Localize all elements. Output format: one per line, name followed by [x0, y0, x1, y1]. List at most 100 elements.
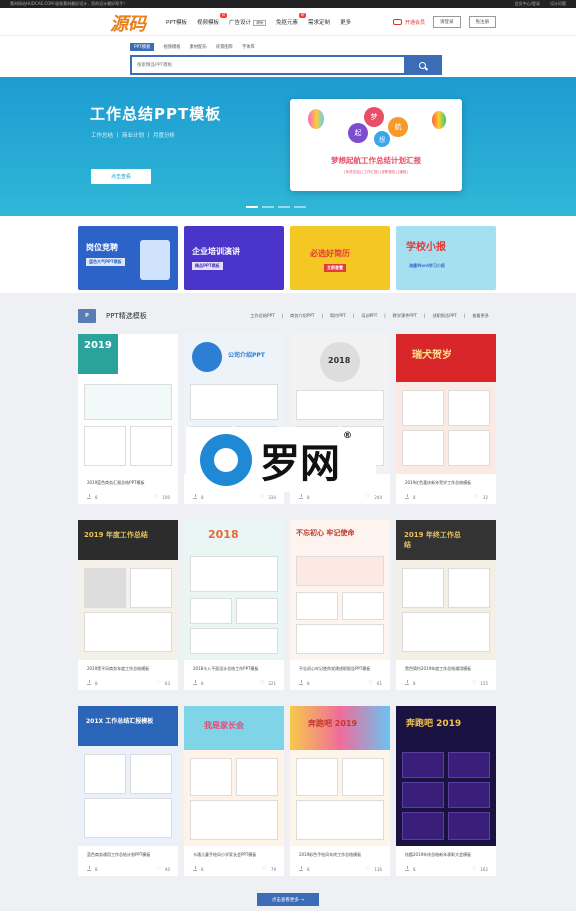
thumb-title: 2018 — [328, 356, 351, 365]
promo-card[interactable]: 学校小报 海量Word学习小报 — [396, 226, 496, 290]
template-card[interactable]: 我是家长会 卡通儿童手绘风小学家长会PPT模板 8 ♡ 79 — [184, 706, 284, 876]
banner-dot[interactable] — [246, 206, 258, 208]
banner-cta-button[interactable]: 点击查看 — [91, 169, 151, 184]
download-count: 8 — [299, 866, 310, 872]
template-caption[interactable]: 蓝色商务通用工作总结计划PPT模板 — [87, 852, 173, 858]
like-count[interactable]: ♡ 79 — [262, 866, 276, 872]
search-icon — [418, 61, 426, 69]
section-link[interactable]: 工作总结PPT — [250, 313, 274, 319]
template-card[interactable]: 奔跑吧 2019 2019彩色手绘风年终工作总结模板 8 ♡ 136 — [290, 706, 390, 876]
template-card[interactable]: 奔跑吧 2019 炫酷2019年终总结新年表彰大会模板 8 ♡ 162 — [396, 706, 496, 876]
template-thumbnail[interactable]: 2019 — [78, 334, 178, 474]
like-count[interactable]: ♡ 63 — [156, 680, 170, 686]
banner-dot[interactable] — [294, 206, 306, 208]
like-count[interactable]: ♡ 334 — [260, 494, 276, 500]
section-link[interactable]: 教学课件PPT — [393, 313, 417, 319]
template-card[interactable]: 2019 2019蓝色商务汇报总结PPT模板 8 ♡ 100 — [78, 334, 178, 504]
heart-icon: ♡ — [368, 680, 373, 686]
template-thumbnail[interactable]: 2019 年度工作总结 — [78, 520, 178, 660]
template-thumbnail[interactable]: 2019 年终工作总结 — [396, 520, 496, 660]
like-count[interactable]: ♡ 162 — [472, 866, 488, 872]
template-caption[interactable]: 卡通儿童手绘风小学家长会PPT模板 — [193, 852, 279, 858]
balloon-char: 梦 — [364, 107, 384, 127]
template-caption[interactable]: 不忘初心牢记使命党建述职报告PPT模板 — [299, 666, 385, 672]
like-count[interactable]: ♡ 100 — [154, 494, 170, 500]
load-more-button[interactable]: 点击查看更多 → — [257, 893, 319, 906]
template-card[interactable]: 2018 2018卡入平面设计总结工作PPT模板 8 ♡ 221 — [184, 520, 284, 690]
like-count[interactable]: ♡ 136 — [366, 866, 382, 872]
heart-icon: ♡ — [471, 680, 477, 686]
heart-icon: ♡ — [262, 866, 267, 872]
vip-link[interactable]: 开通会员 — [392, 19, 425, 26]
login-button[interactable]: 请登录 — [433, 16, 461, 28]
template-card[interactable]: 不忘初心 牢记使命 不忘初心牢记使命党建述职报告PPT模板 8 ♡ 61 — [290, 520, 390, 690]
template-thumbnail[interactable]: 奔跑吧 2019 — [396, 706, 496, 846]
search-tab-ppt[interactable]: PPT模板 — [130, 42, 155, 51]
section-title: PPT精选模板 — [106, 312, 147, 320]
nav-item-custom[interactable]: 需求定制 — [308, 18, 330, 26]
like-count[interactable]: ♡ 40 — [156, 866, 170, 872]
promo-row: 岗位竞聘 蓝色大气PPT模板 企业培训演讲 精品PPT模板 必选好简历 立即查看… — [0, 216, 576, 293]
like-count[interactable]: ♡ 221 — [260, 680, 276, 686]
search-tab-background[interactable]: 背景图库 — [216, 44, 233, 50]
main-nav: 源码 PPT模板 视频模板热 广告设计 限免 免抠元素新 需求定制 更多 开通会员… — [0, 8, 576, 36]
template-thumbnail[interactable]: 奔跑吧 2019 — [290, 706, 390, 846]
search-input[interactable] — [132, 57, 404, 73]
template-thumbnail[interactable]: 201X 工作总结汇报模板 — [78, 706, 178, 846]
download-icon — [299, 494, 303, 499]
template-caption[interactable]: 黑色简约2019年度工作总结通用模板 — [405, 666, 491, 672]
help-link[interactable]: 设计问题 — [550, 1, 566, 7]
site-logo[interactable]: 源码 — [110, 10, 146, 36]
search-tab-video[interactable]: 视频模板 — [163, 44, 180, 50]
banner-dot[interactable] — [262, 206, 274, 208]
heart-icon: ♡ — [365, 866, 371, 872]
like-count[interactable]: ♡ 32 — [474, 494, 488, 500]
nav-item-video[interactable]: 视频模板热 — [197, 12, 228, 26]
promo-card[interactable]: 企业培训演讲 精品PPT模板 — [184, 226, 284, 290]
section-link[interactable]: 简约PPT — [330, 313, 346, 319]
template-caption[interactable]: 2019红色喜庆新年贺岁工作总结模板 — [405, 480, 491, 486]
download-count: 8 — [87, 494, 98, 500]
promo-subtitle: 精品PPT模板 — [192, 262, 223, 270]
banner-dot[interactable] — [278, 206, 290, 208]
search-tab-music[interactable]: 素材配乐 — [190, 44, 207, 50]
banner-pagination — [246, 206, 306, 208]
template-thumbnail[interactable]: 我是家长会 — [184, 706, 284, 846]
promo-card[interactable]: 岗位竞聘 蓝色大气PPT模板 — [78, 226, 178, 290]
section-link[interactable]: 述职报告PPT — [432, 313, 456, 319]
promo-subtitle: 立即查看 — [324, 264, 346, 272]
banner-card-subtitle: [年终总结] [工作汇报] [述职报告] [通用] — [344, 170, 408, 174]
template-thumbnail[interactable]: 不忘初心 牢记使命 — [290, 520, 390, 660]
nav-item-more[interactable]: 更多 — [340, 18, 351, 26]
template-caption[interactable]: 2019蓝色商务汇报总结PPT模板 — [87, 480, 173, 486]
like-count[interactable]: ♡ 61 — [368, 680, 382, 686]
heart-icon: ♡ — [474, 494, 479, 500]
heart-icon: ♡ — [365, 494, 371, 500]
template-card[interactable]: 2019 年终工作总结 黑色简约2019年度工作总结通用模板 8 ♡ 155 — [396, 520, 496, 690]
template-thumbnail[interactable]: 2018 — [184, 520, 284, 660]
balloon-icon — [432, 111, 446, 129]
nav-item-ad-design[interactable]: 广告设计 限免 — [229, 18, 267, 26]
template-grid: 2019 2019蓝色商务汇报总结PPT模板 8 ♡ 100 公司介绍PPT 8 ♡ 3… — [0, 334, 576, 876]
template-card[interactable]: 2019 年度工作总结 2019黑平风商务年度工作总结模板 8 ♡ 63 — [78, 520, 178, 690]
member-center-link[interactable]: 会员中心/登录 — [515, 1, 540, 7]
template-card[interactable]: 201X 工作总结汇报模板 蓝色商务通用工作总结计划PPT模板 8 ♡ 40 — [78, 706, 178, 876]
template-caption[interactable]: 2019彩色手绘风年终工作总结模板 — [299, 852, 385, 858]
template-card[interactable]: 瑞犬贺岁 2019红色喜庆新年贺岁工作总结模板 8 ♡ 32 — [396, 334, 496, 504]
section-link[interactable]: 商务介绍PPT — [290, 313, 314, 319]
template-caption[interactable]: 2019黑平风商务年度工作总结模板 — [87, 666, 173, 672]
template-thumbnail[interactable]: 瑞犬贺岁 — [396, 334, 496, 474]
nav-item-elements[interactable]: 免抠元素新 — [276, 12, 307, 26]
search-tab-font[interactable]: 字体库 — [242, 44, 255, 50]
search-button[interactable] — [404, 57, 440, 73]
nav-item-ppt[interactable]: PPT模板 — [166, 18, 187, 26]
register-button[interactable]: 免注册 — [468, 16, 496, 28]
section-link[interactable]: 培训PPT — [361, 313, 377, 319]
like-count[interactable]: ♡ 155 — [472, 680, 488, 686]
template-caption[interactable]: 炫酷2019年终总结新年表彰大会模板 — [405, 852, 491, 858]
section-link-more[interactable]: 查看更多 — [472, 313, 489, 319]
template-caption[interactable]: 2018卡入平面设计总结工作PPT模板 — [193, 666, 279, 672]
promo-card[interactable]: 必选好简历 立即查看 — [290, 226, 390, 290]
like-count[interactable]: ♡ 244 — [366, 494, 382, 500]
hero-banner[interactable]: 工作总结PPT模板 工作总结 丨 商业计划 丨 月度分析 点击查看 起 梦 想 … — [0, 77, 576, 216]
